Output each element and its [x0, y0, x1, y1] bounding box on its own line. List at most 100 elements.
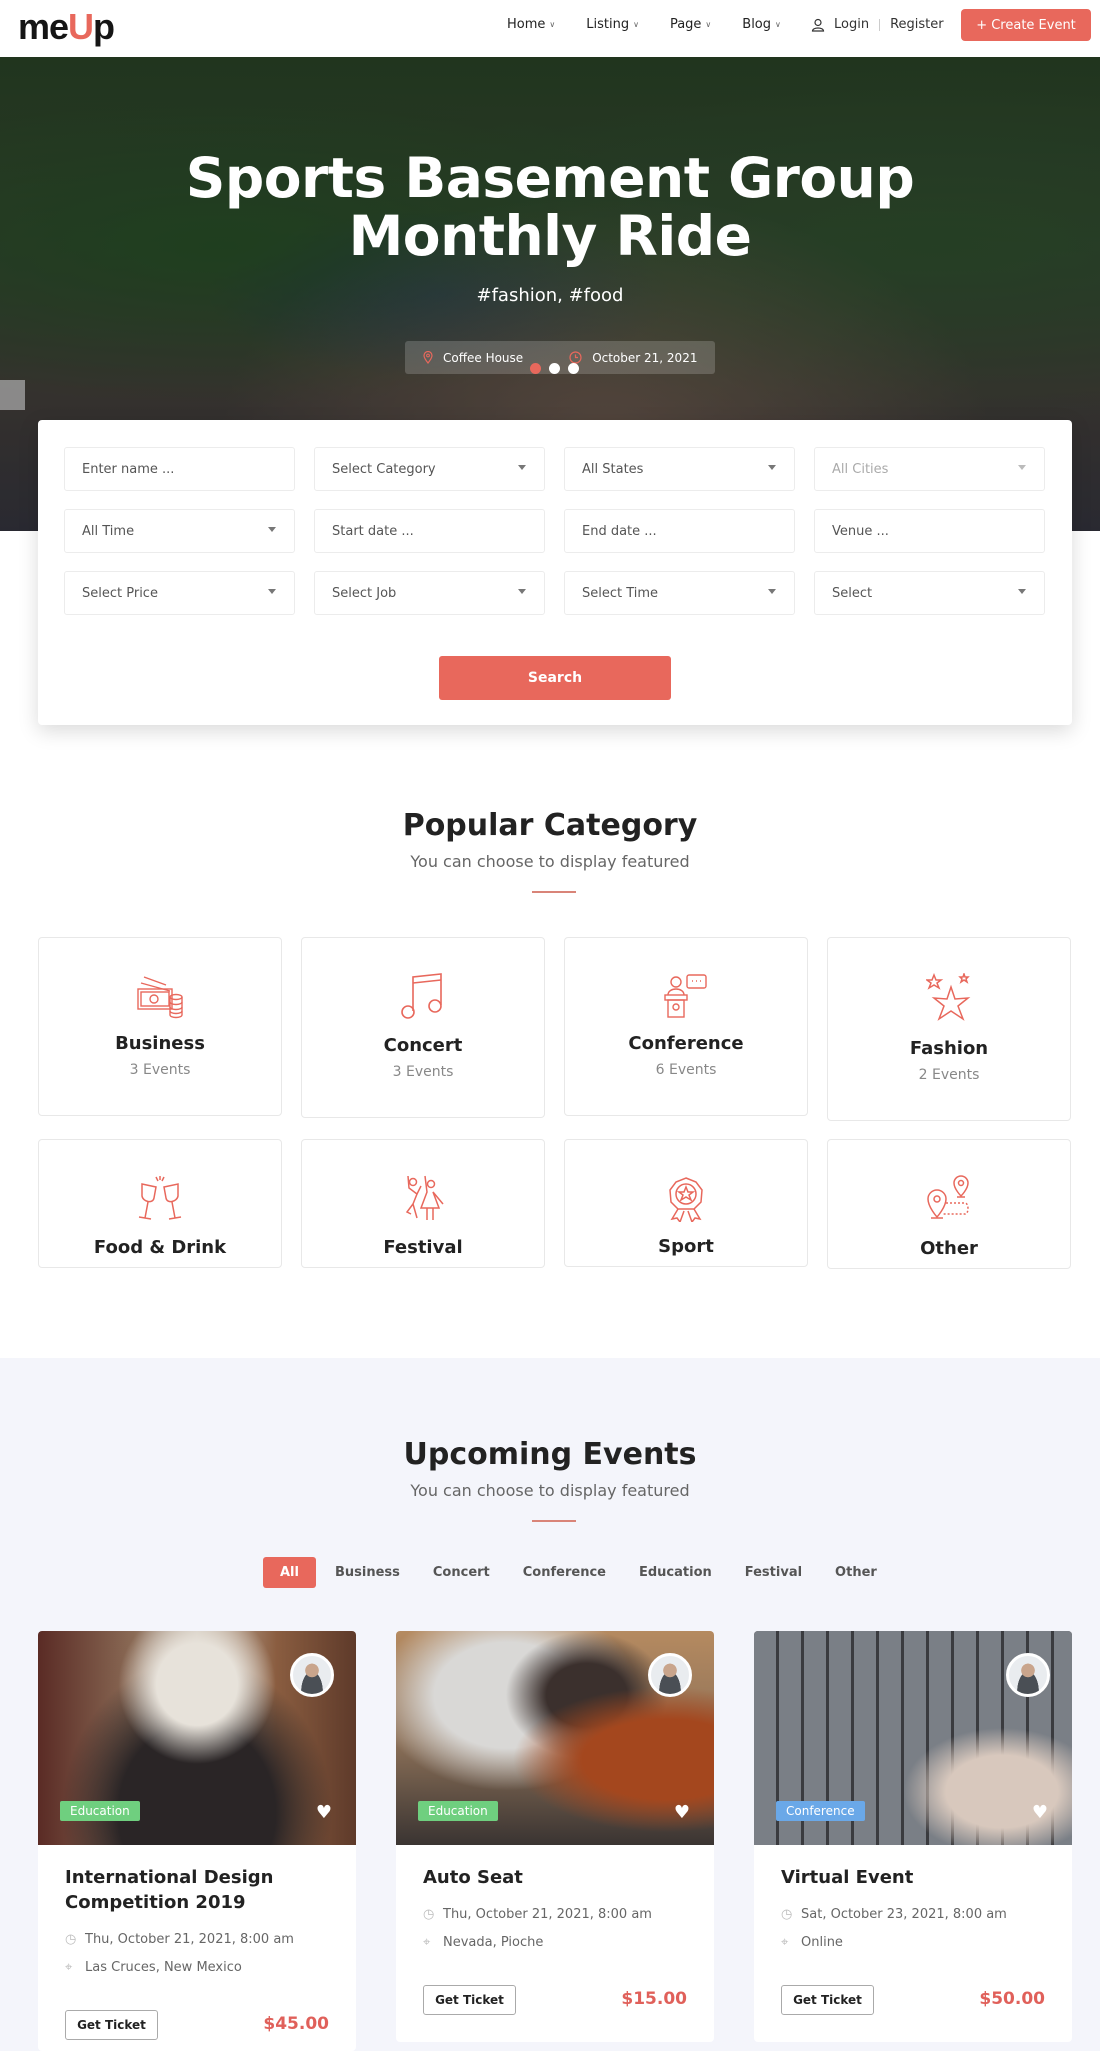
filter-tab-concert[interactable]: Concert — [433, 1557, 490, 1588]
job-select[interactable]: Select Job — [314, 571, 545, 615]
filter-tab-all[interactable]: All — [263, 1557, 316, 1588]
event-price: $15.00 — [621, 1989, 687, 2009]
category-select[interactable]: Select Category — [314, 447, 545, 491]
user-icon — [811, 18, 825, 32]
stars-icon — [828, 973, 1070, 1023]
price-select[interactable]: Select Price — [64, 571, 295, 615]
category-name: Conference — [628, 1033, 744, 1054]
event-title[interactable]: Auto Seat — [423, 1865, 693, 1890]
event-image[interactable]: Conference ♥ — [754, 1631, 1072, 1845]
field-placeholder: End date ... — [582, 523, 657, 539]
organizer-avatar[interactable] — [648, 1653, 692, 1697]
section-divider — [532, 1520, 576, 1522]
event-card[interactable]: Conference ♥ Virtual Event ◷ Sat, October… — [754, 1631, 1072, 2042]
category-card-conference[interactable]: Conference 6 Events — [564, 937, 808, 1116]
get-ticket-button[interactable]: Get Ticket — [423, 1985, 516, 2015]
field-value: All States — [582, 461, 644, 477]
time-select[interactable]: Select Time — [564, 571, 795, 615]
hero-title-line: Sports Basement Group — [185, 146, 915, 210]
map-pin-icon: ⌖ — [781, 1935, 789, 1950]
nav-listing[interactable]: Listing ∨ — [586, 17, 639, 32]
category-card-fashion[interactable]: Fashion 2 Events — [827, 937, 1071, 1121]
get-ticket-button[interactable]: Get Ticket — [65, 2010, 158, 2040]
category-card-concert[interactable]: Concert 3 Events — [301, 937, 545, 1118]
organizer-avatar[interactable] — [1006, 1653, 1050, 1697]
event-date: ◷ Thu, October 21, 2021, 8:00 am — [423, 1907, 652, 1922]
nav-blog[interactable]: Blog ∨ — [742, 17, 781, 32]
event-card[interactable]: Education ♥ International Design Competi… — [38, 1631, 356, 2051]
event-location: ⌖ Online — [781, 1935, 843, 1950]
category-count: 6 Events — [655, 1062, 717, 1078]
event-date: ◷ Thu, October 21, 2021, 8:00 am — [65, 1932, 294, 1947]
event-title[interactable]: International Design Competition 2019 — [65, 1865, 335, 1915]
filter-tab-education[interactable]: Education — [639, 1557, 712, 1588]
event-location-text: Online — [801, 1935, 843, 1950]
field-placeholder: Start date ... — [332, 523, 414, 539]
event-location-text: Las Cruces, New Mexico — [85, 1960, 242, 1975]
end-date-input[interactable]: End date ... — [564, 509, 795, 553]
logo-text: me — [18, 6, 69, 47]
hero-tags: #fashion, #food — [476, 285, 624, 306]
create-event-button[interactable]: + Create Event — [961, 9, 1091, 41]
time-range-select[interactable]: All Time — [64, 509, 295, 553]
event-title[interactable]: Virtual Event — [781, 1865, 1051, 1890]
category-name: Business — [115, 1033, 205, 1054]
extra-select[interactable]: Select — [814, 571, 1045, 615]
get-ticket-button[interactable]: Get Ticket — [781, 1985, 874, 2015]
caret-down-icon — [518, 589, 526, 594]
category-card-sport[interactable]: Sport — [564, 1139, 808, 1267]
event-image[interactable]: Education ♥ — [38, 1631, 356, 1845]
logo-accent: U — [68, 6, 94, 47]
money-coins-icon — [39, 973, 281, 1019]
slider-dot[interactable] — [549, 363, 560, 374]
divider — [879, 18, 881, 31]
login-link[interactable]: Login — [834, 17, 869, 32]
category-badge[interactable]: Education — [60, 1801, 140, 1821]
filter-tab-festival[interactable]: Festival — [745, 1557, 802, 1588]
nav-label: Listing — [586, 17, 630, 32]
category-card-other[interactable]: Other — [827, 1139, 1071, 1269]
field-value: Select Job — [332, 585, 397, 601]
logo[interactable]: meUp — [18, 6, 115, 48]
category-badge[interactable]: Education — [418, 1801, 498, 1821]
filter-tab-conference[interactable]: Conference — [523, 1557, 606, 1588]
filter-tab-other[interactable]: Other — [835, 1557, 877, 1588]
slider-dot[interactable] — [530, 363, 541, 374]
category-card-food-drink[interactable]: Food & Drink — [38, 1139, 282, 1268]
side-tab[interactable] — [0, 380, 25, 410]
category-badge[interactable]: Conference — [776, 1801, 865, 1821]
category-count: 3 Events — [392, 1064, 454, 1080]
event-filter-tabs: All Business Concert Conference Educatio… — [263, 1557, 910, 1588]
heart-icon[interactable]: ♥ — [1032, 1802, 1048, 1823]
name-input[interactable]: Enter name ... — [64, 447, 295, 491]
nav-home[interactable]: Home ∨ — [507, 17, 555, 32]
popular-title: Popular Category — [402, 808, 698, 843]
register-link[interactable]: Register — [890, 17, 944, 32]
city-select[interactable]: All Cities — [814, 447, 1045, 491]
category-card-festival[interactable]: Festival — [301, 1139, 545, 1268]
start-date-input[interactable]: Start date ... — [314, 509, 545, 553]
heart-icon[interactable]: ♥ — [316, 1802, 332, 1823]
event-card[interactable]: Education ♥ Auto Seat ◷ Thu, October 21, … — [396, 1631, 714, 2042]
dancers-icon — [302, 1174, 544, 1222]
map-pins-icon — [828, 1174, 1070, 1224]
venue-input[interactable]: Venue ... — [814, 509, 1045, 553]
popular-subtitle: You can choose to display featured — [410, 852, 690, 871]
state-select[interactable]: All States — [564, 447, 795, 491]
heart-icon[interactable]: ♥ — [674, 1802, 690, 1823]
search-button[interactable]: Search — [439, 656, 671, 700]
map-pin-icon — [423, 351, 433, 364]
event-image[interactable]: Education ♥ — [396, 1631, 714, 1845]
field-value: All Cities — [832, 461, 889, 477]
clock-icon: ◷ — [423, 1907, 435, 1922]
event-location: ⌖ Las Cruces, New Mexico — [65, 1960, 242, 1975]
slider-dot[interactable] — [568, 363, 579, 374]
nav-label: Home — [507, 17, 546, 32]
organizer-avatar[interactable] — [290, 1653, 334, 1697]
nav-page[interactable]: Page ∨ — [670, 17, 711, 32]
event-date-text: Sat, October 23, 2021, 8:00 am — [801, 1907, 1007, 1922]
logo-text-end: p — [93, 6, 115, 47]
category-card-business[interactable]: Business 3 Events — [38, 937, 282, 1116]
category-count: 2 Events — [918, 1067, 980, 1083]
filter-tab-business[interactable]: Business — [335, 1557, 400, 1588]
